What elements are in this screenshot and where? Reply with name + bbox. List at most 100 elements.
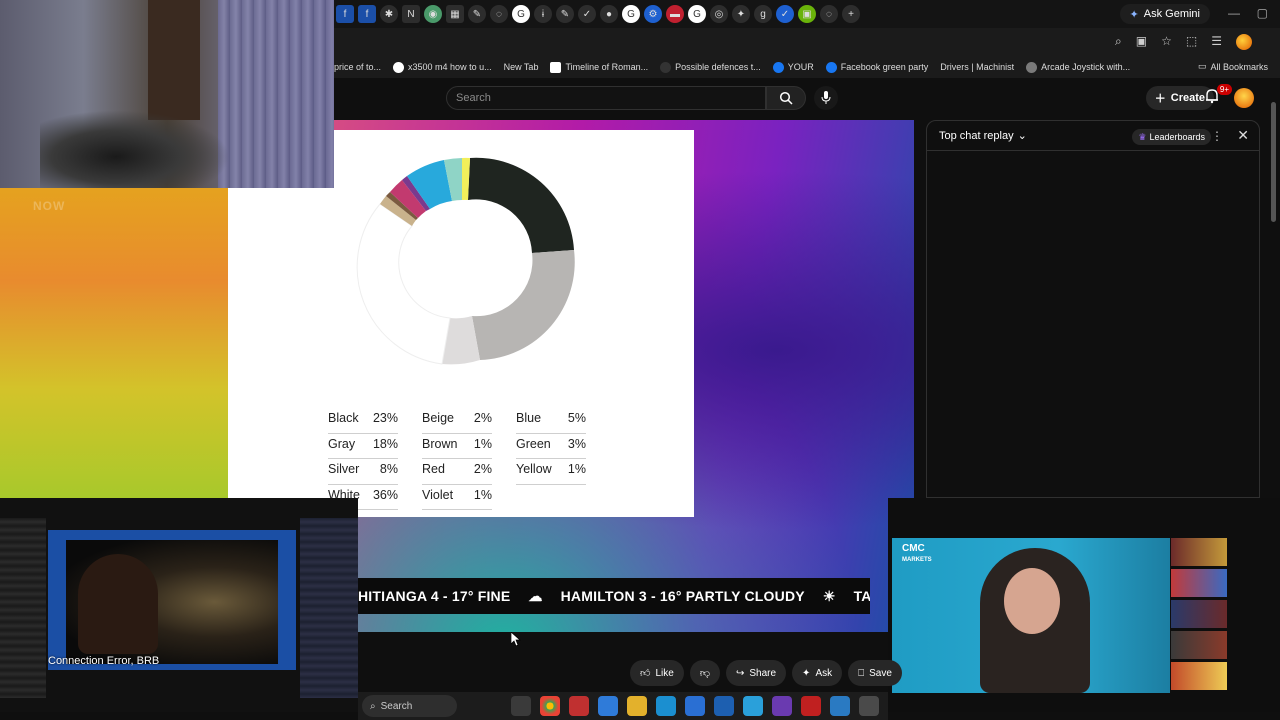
chat-title: Top chat replay bbox=[939, 129, 1014, 142]
chrome-icon[interactable] bbox=[540, 696, 560, 716]
more-options-icon[interactable]: ⋮ bbox=[1211, 129, 1223, 143]
app-icon[interactable] bbox=[801, 696, 821, 716]
minimize-icon[interactable]: — bbox=[1228, 6, 1240, 20]
tab-favicon[interactable]: f bbox=[336, 5, 354, 23]
all-bookmarks[interactable]: ▭ All Bookmarks bbox=[1198, 61, 1268, 72]
tab-favicon[interactable]: ◉ bbox=[424, 5, 442, 23]
google-icon[interactable]: G bbox=[622, 5, 640, 23]
bookmark-item[interactable]: Arcade Joystick with... bbox=[1026, 61, 1130, 73]
related-thumbnail[interactable] bbox=[1171, 538, 1227, 566]
tab-favicon[interactable]: ◎ bbox=[710, 5, 728, 23]
profile-icon[interactable] bbox=[1236, 34, 1252, 50]
telegram-icon[interactable] bbox=[743, 696, 763, 716]
microphone-icon bbox=[821, 91, 831, 104]
google-icon[interactable]: G bbox=[688, 5, 706, 23]
voice-search-button[interactable] bbox=[814, 86, 838, 110]
bookmark-star-icon[interactable]: ☆ bbox=[1161, 34, 1172, 50]
bookmark-item[interactable]: Facebook green party bbox=[825, 61, 928, 73]
tab-favicon[interactable]: ▦ bbox=[446, 5, 464, 23]
legend-item: Red 2% bbox=[422, 459, 492, 485]
leaderboards-button[interactable]: ♛ Leaderboards bbox=[1132, 129, 1211, 145]
scrollbar-thumb[interactable] bbox=[1271, 102, 1276, 222]
tab-favicon[interactable]: ✎ bbox=[468, 5, 486, 23]
dislike-button[interactable]: 👎︎ bbox=[689, 660, 720, 686]
cast-icon[interactable]: ▣ bbox=[1136, 34, 1147, 50]
like-button[interactable]: 👍︎ Like bbox=[630, 660, 684, 686]
outlook-icon[interactable] bbox=[714, 696, 734, 716]
notifications-button[interactable]: 9+ bbox=[1204, 84, 1232, 110]
file-explorer-icon[interactable] bbox=[627, 696, 647, 716]
edge-icon[interactable] bbox=[656, 696, 676, 716]
tab-favicon[interactable]: ɨ bbox=[534, 5, 552, 23]
bookmark-item[interactable]: price of to... bbox=[334, 62, 381, 72]
sparkle-icon: ✦ bbox=[802, 667, 811, 679]
scrollbar[interactable] bbox=[1268, 82, 1278, 500]
like-label: Like bbox=[655, 667, 674, 679]
search-box[interactable] bbox=[446, 86, 766, 110]
ticker-item: HITIANGA 4 - 17° FINE bbox=[358, 588, 511, 604]
related-thumbnail[interactable] bbox=[1171, 631, 1227, 659]
thumbs-up-icon: 👍︎ bbox=[640, 668, 651, 679]
tab-favicon[interactable]: ✎ bbox=[556, 5, 574, 23]
search-input[interactable] bbox=[447, 87, 765, 109]
close-icon[interactable]: ✕ bbox=[1237, 127, 1249, 144]
settings-icon[interactable] bbox=[859, 696, 879, 716]
bookmark-item[interactable]: YOUR bbox=[772, 61, 814, 73]
app-icon[interactable] bbox=[598, 696, 618, 716]
legend-item: Black 23% bbox=[328, 408, 398, 434]
search-button[interactable] bbox=[766, 86, 806, 110]
share-button[interactable]: ↪ Share bbox=[725, 660, 787, 686]
legend-color-name: Beige bbox=[422, 411, 454, 425]
google-icon[interactable]: G bbox=[512, 5, 530, 23]
tab-favicon[interactable]: ⚙ bbox=[644, 5, 662, 23]
nvidia-icon[interactable]: ▣ bbox=[798, 5, 816, 23]
store-icon[interactable] bbox=[685, 696, 705, 716]
bookmark-item[interactable]: Possible defences t... bbox=[660, 61, 761, 73]
bookmark-label: Possible defences t... bbox=[675, 62, 761, 72]
legend-item: Silver 8% bbox=[328, 459, 398, 485]
news-video bbox=[892, 538, 1170, 693]
related-thumbnail[interactable] bbox=[1171, 662, 1227, 690]
tab-favicon[interactable]: N bbox=[402, 5, 420, 23]
tab-favicon[interactable]: ✱ bbox=[380, 5, 398, 23]
app-icon[interactable] bbox=[830, 696, 850, 716]
new-tab-icon[interactable]: + bbox=[842, 5, 860, 23]
tab-favicon[interactable]: ◌ bbox=[820, 5, 838, 23]
extensions-icon[interactable]: ⬚ bbox=[1186, 34, 1197, 50]
chat-mode-dropdown[interactable]: Top chat replay ⌄ bbox=[939, 129, 1027, 143]
zoom-icon[interactable]: ⌕ bbox=[1115, 34, 1122, 50]
tab-favicon[interactable]: f bbox=[358, 5, 376, 23]
related-thumbnail[interactable] bbox=[1171, 600, 1227, 628]
ask-gemini-button[interactable]: ✦ Ask Gemini bbox=[1119, 4, 1210, 24]
sun-icon: ☀ bbox=[822, 587, 836, 604]
legend-item: Brown 1% bbox=[422, 434, 492, 459]
color-popularity-slide: Black 23% Beige 2% Blue 5% Gray 18% Brown 1% Green… bbox=[228, 130, 694, 517]
app-icon[interactable] bbox=[569, 696, 589, 716]
bookmark-item[interactable]: x3500 m4 how to u... bbox=[393, 61, 492, 73]
maximize-icon[interactable]: ▢ bbox=[1257, 6, 1268, 20]
wikipedia-icon bbox=[550, 61, 562, 73]
taskbar-search[interactable]: ⌕ Search bbox=[362, 695, 457, 717]
tab-favicon[interactable]: g bbox=[754, 5, 772, 23]
ask-button[interactable]: ✦ Ask bbox=[792, 660, 843, 686]
bookmark-item[interactable]: New Tab bbox=[504, 62, 539, 72]
video-gradient-strip bbox=[0, 188, 228, 498]
bookmark-item[interactable]: Drivers | Machinist bbox=[940, 62, 1014, 72]
tab-favicon[interactable]: ✓ bbox=[776, 5, 794, 23]
tab-favicon[interactable]: ● bbox=[600, 5, 618, 23]
tab-favicon[interactable]: ▬ bbox=[666, 5, 684, 23]
tab-favicon[interactable]: ◌ bbox=[490, 5, 508, 23]
legend-item: Green 3% bbox=[516, 434, 586, 459]
task-view-icon[interactable] bbox=[511, 696, 531, 716]
save-button[interactable]: ⎕ Save bbox=[848, 660, 902, 686]
tab-favicon[interactable]: ✦ bbox=[732, 5, 750, 23]
trophy-icon: ♛ bbox=[1138, 131, 1147, 142]
chat-header: Top chat replay ⌄ ♛ Leaderboards ⋮ ✕ bbox=[927, 121, 1259, 151]
related-thumbnail[interactable] bbox=[1171, 569, 1227, 597]
bookmark-item[interactable]: Timeline of Roman... bbox=[550, 61, 648, 73]
app-icon[interactable] bbox=[772, 696, 792, 716]
avatar[interactable] bbox=[1234, 88, 1254, 108]
tab-favicon[interactable]: ✓ bbox=[578, 5, 596, 23]
legend-spacer bbox=[496, 459, 516, 485]
menu-icon[interactable]: ☰ bbox=[1211, 34, 1222, 50]
